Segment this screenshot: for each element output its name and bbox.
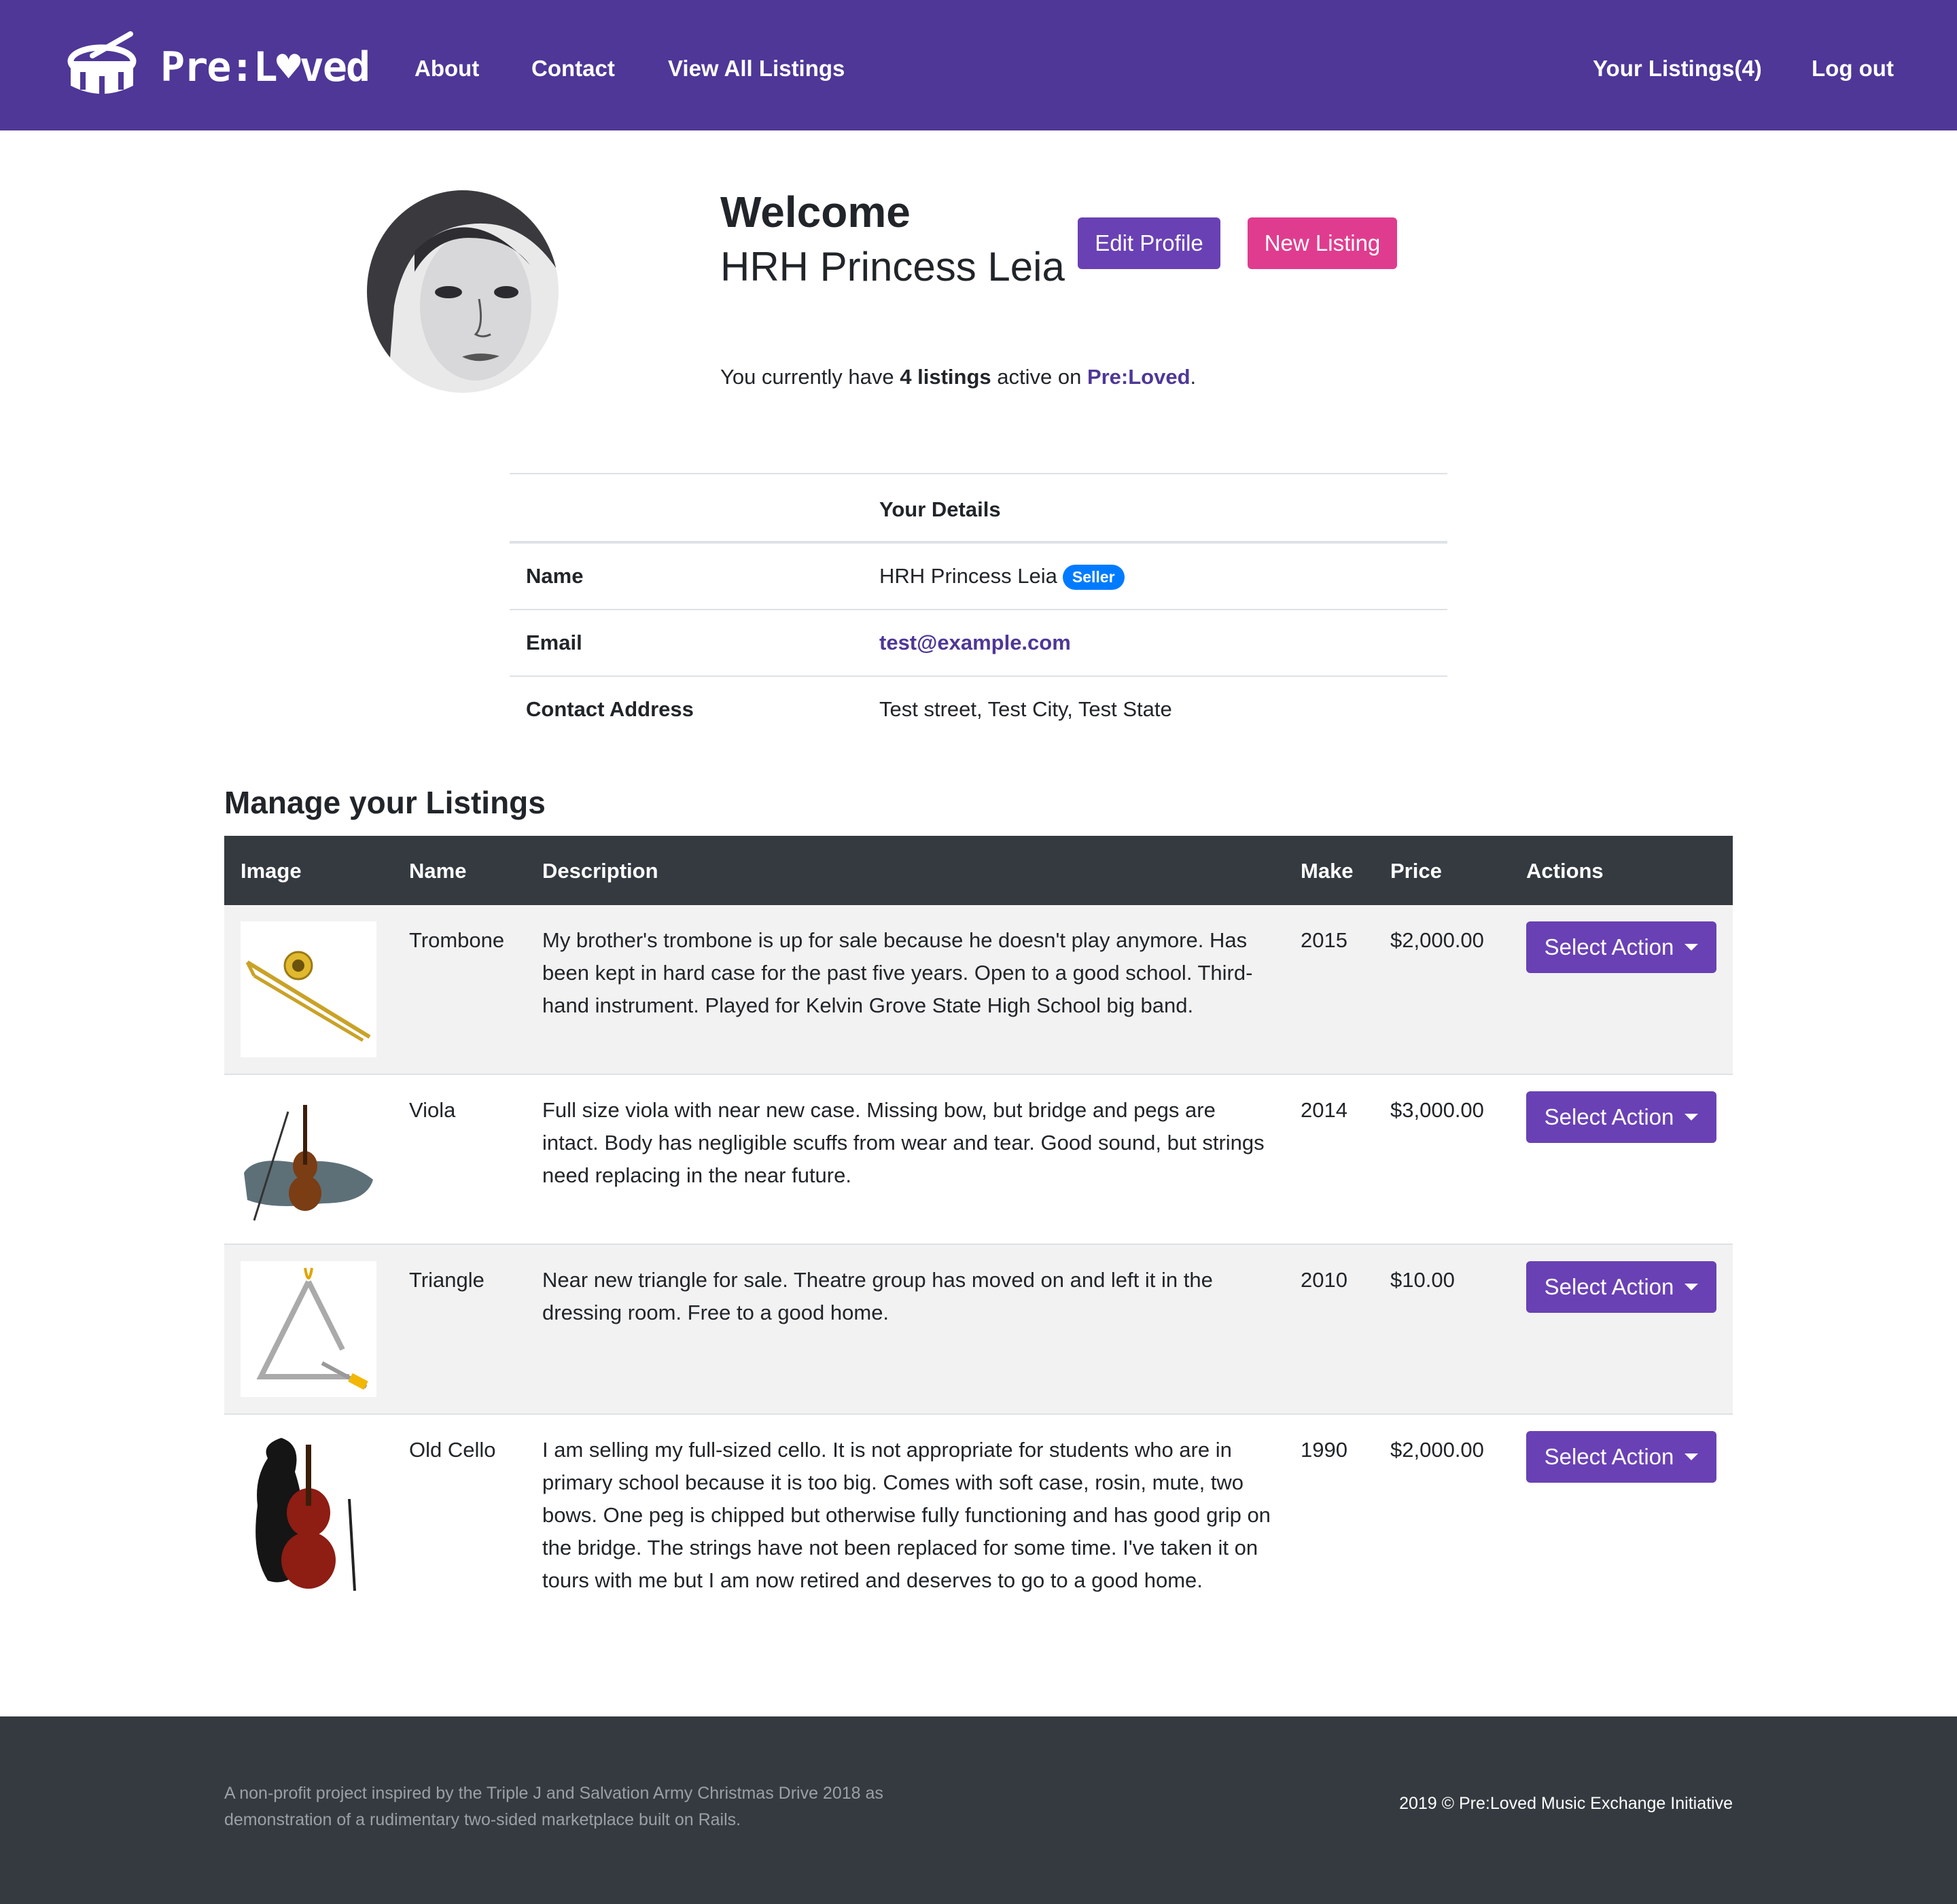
- edit-profile-button[interactable]: Edit Profile: [1078, 217, 1220, 269]
- email-link[interactable]: test@example.com: [879, 631, 1071, 655]
- brand-name: Pre:L♥ved: [160, 43, 370, 91]
- nav-view-all-listings-link[interactable]: View All Listings: [668, 57, 845, 80]
- summary-brand-link[interactable]: Pre:Loved: [1087, 365, 1191, 389]
- listing-price: $3,000.00: [1390, 1098, 1484, 1122]
- listings-table: Image Name Description Make Price Action…: [224, 836, 1733, 1617]
- select-action-label: Select Action: [1544, 1444, 1674, 1469]
- new-listing-button[interactable]: New Listing: [1248, 217, 1397, 269]
- listing-make: 2014: [1301, 1098, 1347, 1122]
- select-action-label: Select Action: [1544, 934, 1674, 959]
- caret-down-icon: [1685, 944, 1699, 951]
- manage-listings-title: Manage your Listings: [224, 785, 546, 820]
- column-header: Description: [542, 859, 658, 883]
- details-name-value: HRH Princess Leia: [879, 564, 1057, 588]
- caret-down-icon: [1685, 1114, 1699, 1121]
- table-row: Viola Full size viola with near new case…: [224, 1074, 1733, 1244]
- details-label: Name: [526, 564, 584, 588]
- table-row: Triangle Near new triangle for sale. The…: [224, 1244, 1733, 1413]
- brand-link[interactable]: Pre:L♥ved: [65, 31, 370, 103]
- details-heading: Your Details: [879, 497, 1001, 521]
- column-header: Price: [1390, 859, 1442, 883]
- seller-badge: Seller: [1062, 565, 1125, 590]
- column-header: Image: [241, 859, 302, 883]
- table-row: Old Cello I am selling my full-sized cel…: [224, 1413, 1733, 1617]
- column-header: Name: [409, 859, 467, 883]
- cello-image[interactable]: [241, 1431, 376, 1594]
- listing-make: 2015: [1301, 928, 1347, 952]
- listing-name: Trombone: [409, 928, 505, 952]
- summary-prefix: You currently have: [720, 365, 900, 389]
- listing-description: Full size viola with near new case. Miss…: [542, 1098, 1265, 1187]
- avatar: [367, 190, 559, 393]
- listing-name: Old Cello: [409, 1438, 496, 1462]
- select-action-dropdown[interactable]: Select Action: [1526, 1431, 1716, 1483]
- select-action-dropdown[interactable]: Select Action: [1526, 921, 1716, 973]
- details-row-email: Email test@example.com: [510, 609, 1447, 675]
- triangle-image[interactable]: [241, 1261, 376, 1397]
- details-label: Contact Address: [526, 697, 694, 721]
- details-value: Test street, Test City, Test State: [879, 697, 1172, 721]
- select-action-dropdown[interactable]: Select Action: [1526, 1091, 1716, 1143]
- listings-summary: You currently have 4 listings active on …: [720, 364, 1196, 390]
- nav-logout-link[interactable]: Log out: [1812, 57, 1894, 80]
- details-row-address: Contact Address Test street, Test City, …: [510, 675, 1447, 742]
- column-header: Make: [1301, 859, 1354, 883]
- nav-your-listings-link[interactable]: Your Listings(4): [1593, 57, 1762, 80]
- listing-price: $10.00: [1390, 1268, 1455, 1292]
- trombone-image[interactable]: [241, 921, 376, 1057]
- summary-middle: active on: [991, 365, 1087, 389]
- drum-icon: [65, 31, 139, 103]
- table-row: Trombone My brother's trombone is up for…: [224, 905, 1733, 1074]
- select-action-label: Select Action: [1544, 1274, 1674, 1299]
- details-header: Your Details: [510, 473, 1447, 542]
- welcome-heading: Welcome: [720, 188, 911, 236]
- details-label: Email: [526, 631, 582, 654]
- footer-copyright: 2019 © Pre:Loved Music Exchange Initiati…: [1399, 1794, 1733, 1813]
- viola-image[interactable]: [241, 1091, 376, 1227]
- summary-suffix: .: [1190, 365, 1197, 389]
- listing-name: Triangle: [409, 1268, 484, 1292]
- footer-about-text: A non-profit project inspired by the Tri…: [224, 1784, 883, 1829]
- listing-description: Near new triangle for sale. Theatre grou…: [542, 1268, 1213, 1324]
- listings-header: Image Name Description Make Price Action…: [224, 836, 1733, 905]
- details-value: HRH Princess Leia Seller: [879, 564, 1125, 590]
- details-table: Your Details Name HRH Princess Leia Selle…: [510, 473, 1447, 742]
- listing-make: 2010: [1301, 1268, 1347, 1292]
- listing-price: $2,000.00: [1390, 928, 1484, 952]
- column-header: Actions: [1526, 859, 1604, 883]
- listing-description: My brother's trombone is up for sale bec…: [542, 928, 1253, 1017]
- listing-description: I am selling my full-sized cello. It is …: [542, 1438, 1271, 1592]
- nav-contact-link[interactable]: Contact: [531, 57, 615, 80]
- footer: A non-profit project inspired by the Tri…: [0, 1716, 1957, 1904]
- select-action-label: Select Action: [1544, 1104, 1674, 1129]
- caret-down-icon: [1685, 1284, 1699, 1290]
- navbar: Pre:L♥ved About Contact View All Listing…: [0, 0, 1957, 130]
- listing-name: Viola: [409, 1098, 456, 1122]
- details-row-name: Name HRH Princess Leia Seller: [510, 542, 1447, 609]
- user-name-heading: HRH Princess Leia: [720, 244, 1065, 289]
- caret-down-icon: [1685, 1453, 1699, 1460]
- summary-count: 4 listings: [900, 365, 991, 389]
- nav-about-link[interactable]: About: [415, 57, 479, 80]
- listing-price: $2,000.00: [1390, 1438, 1484, 1462]
- listing-make: 1990: [1301, 1438, 1347, 1462]
- select-action-dropdown[interactable]: Select Action: [1526, 1261, 1716, 1313]
